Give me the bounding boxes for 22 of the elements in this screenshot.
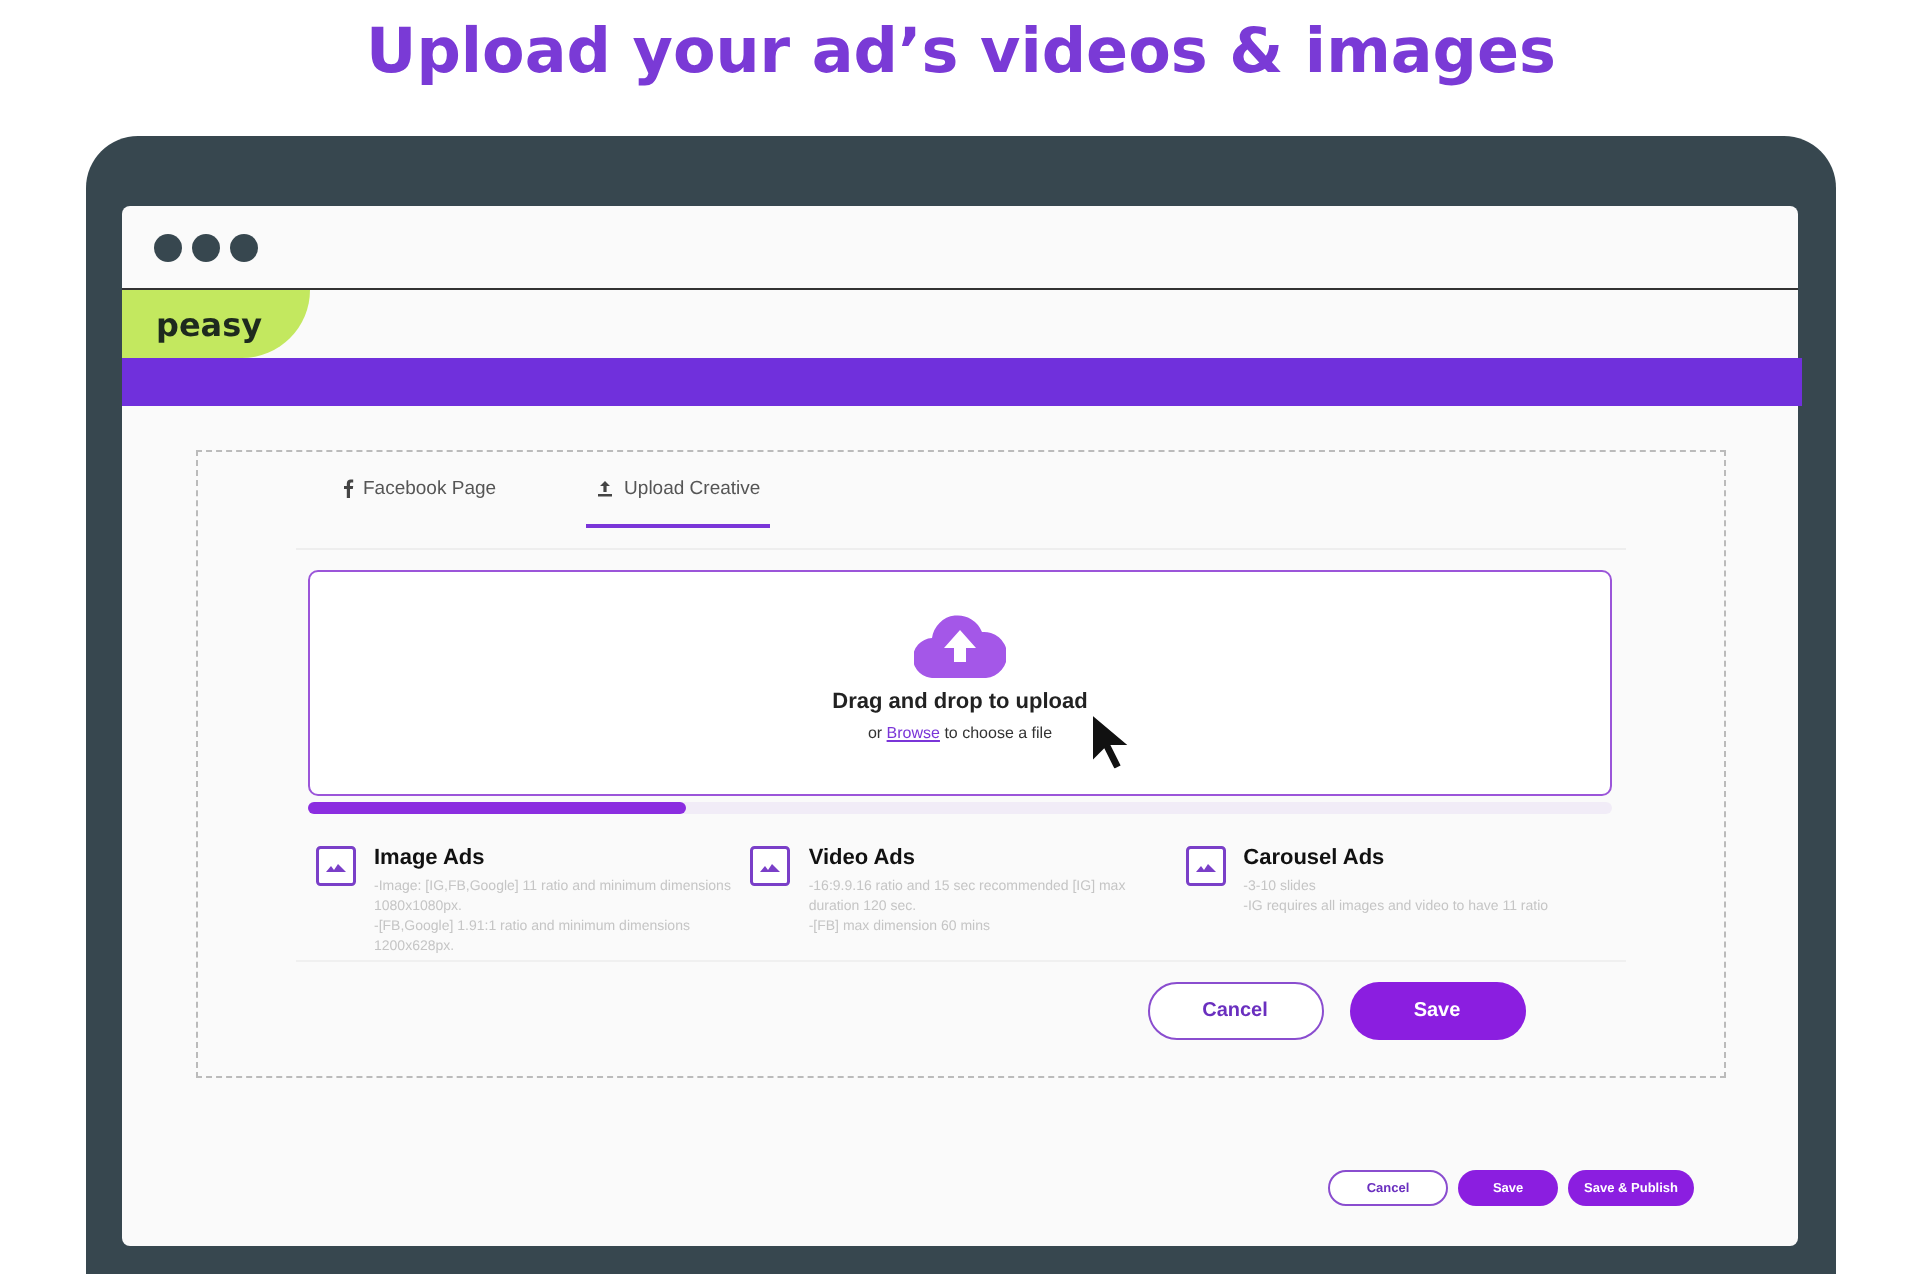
window-dot-icon xyxy=(192,233,220,261)
headline: Upload your ad’s videos & images xyxy=(366,16,1556,92)
window-dot-icon xyxy=(154,233,182,261)
tab[interactable]: Upload Creative xyxy=(586,452,771,528)
drop-zone-title: Drag and drop to upload xyxy=(832,690,1088,714)
image-icon xyxy=(1185,846,1226,886)
facebook-icon xyxy=(341,478,353,498)
image-icon xyxy=(750,846,791,886)
ad-type-title: Image Ads xyxy=(374,846,487,870)
logo: peasy xyxy=(122,290,310,358)
window-dot-icon xyxy=(230,233,258,261)
dialog-button[interactable]: Save xyxy=(1349,982,1525,1040)
drop-zone-hint: or Browse to choose a file xyxy=(867,724,1053,742)
upload-icon xyxy=(596,479,615,497)
drop-zone[interactable]: Drag and drop to upload or Browse to choose a file xyxy=(308,570,1612,796)
ad-type-title: Carousel Ads xyxy=(1243,846,1387,870)
tab[interactable]: Facebook Page xyxy=(331,452,507,528)
ad-type-title: Video Ads xyxy=(808,846,918,870)
cloud-upload-icon xyxy=(914,614,1006,678)
image-icon xyxy=(316,846,356,886)
dialog-button[interactable]: Cancel xyxy=(1147,982,1323,1040)
browse-link[interactable]: Browse xyxy=(886,724,940,742)
